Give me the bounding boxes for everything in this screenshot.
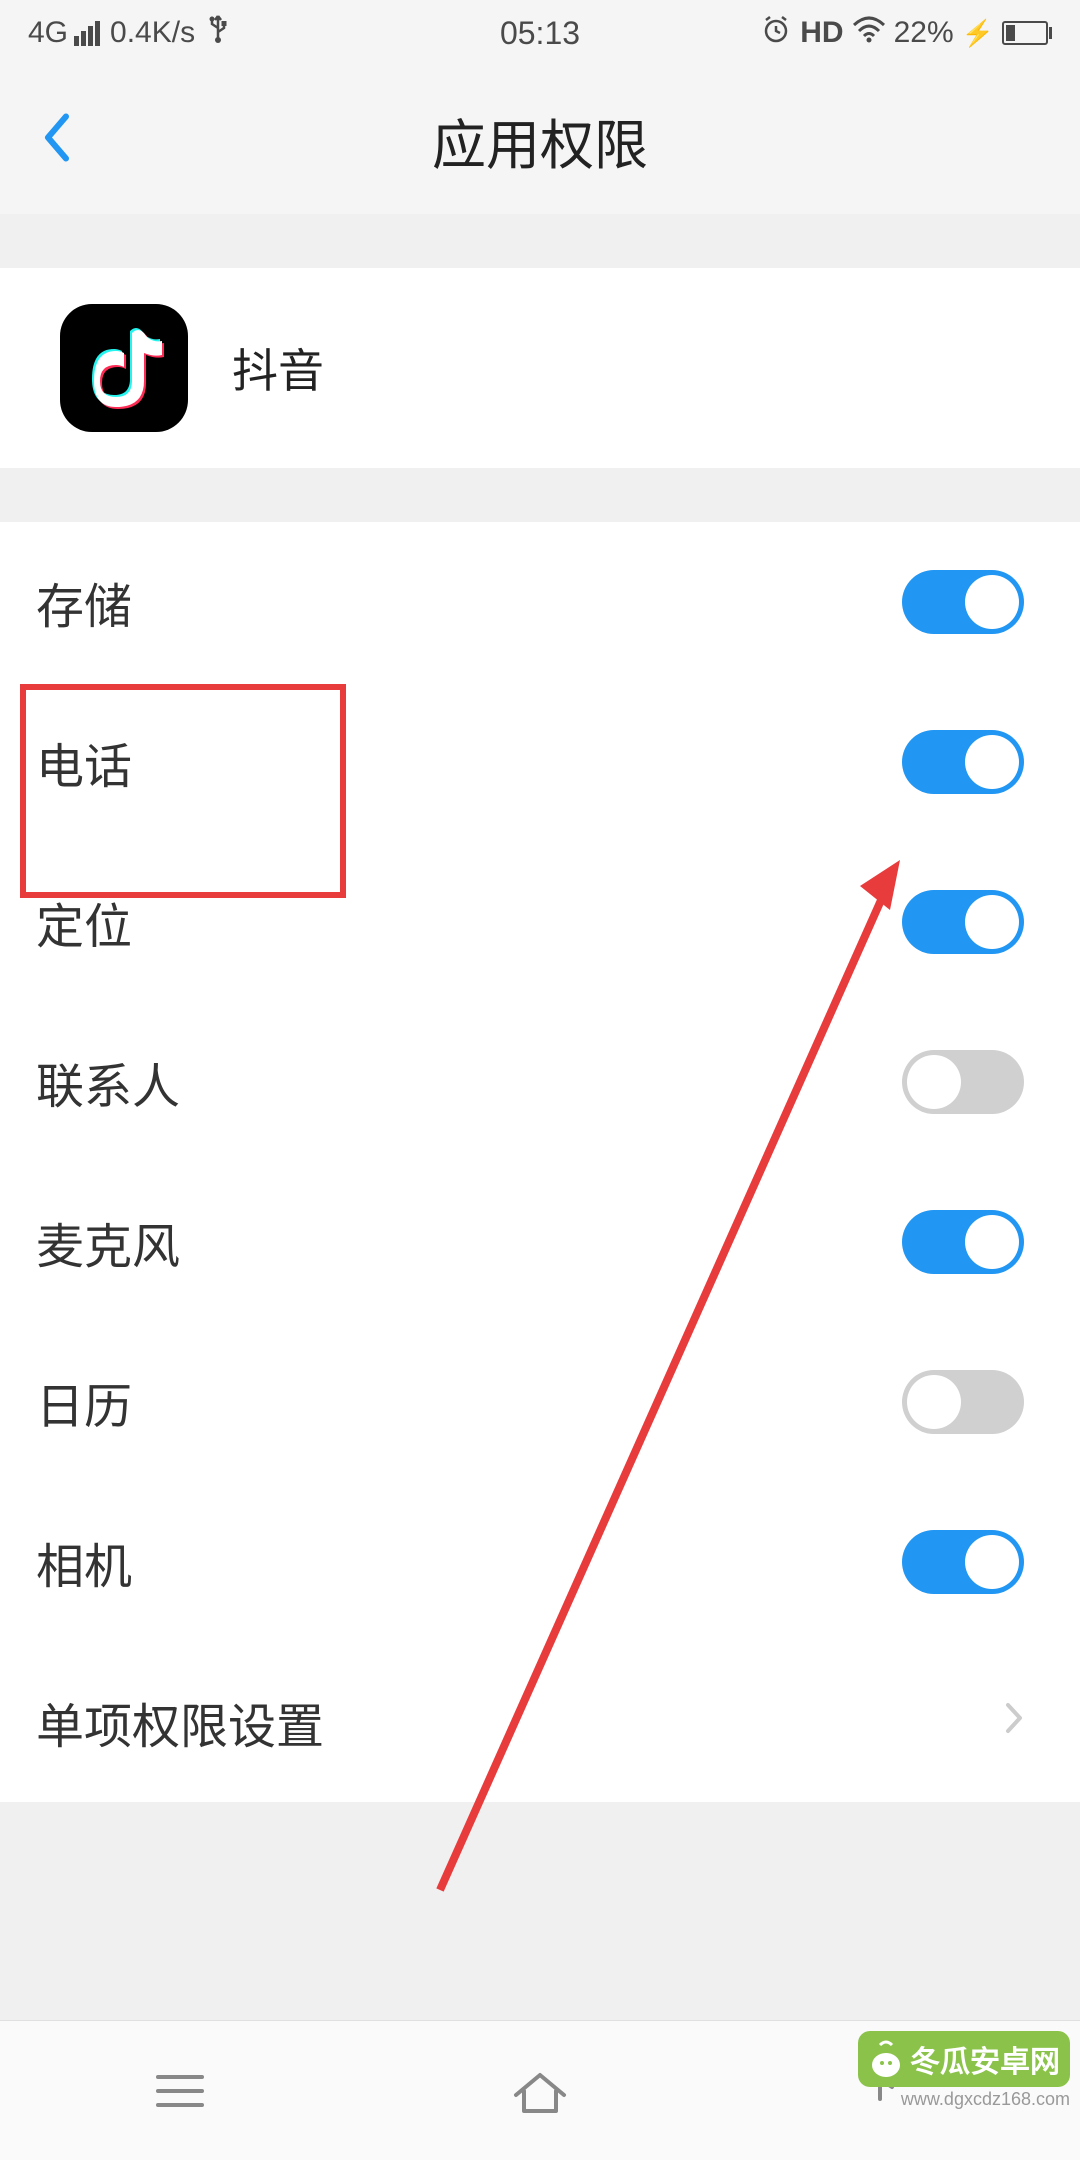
watermark: 冬瓜安卓网 www.dgxcdz168.com [858, 2031, 1070, 2110]
toggle-calendar[interactable] [902, 1370, 1024, 1434]
permission-label: 定位 [36, 887, 132, 957]
permission-storage: 存储 [0, 522, 1080, 682]
signal-icon [74, 21, 100, 46]
permission-location: 定位 [0, 842, 1080, 1002]
toggle-phone[interactable] [902, 730, 1024, 794]
status-time: 05:13 [500, 15, 580, 52]
permission-label: 日历 [36, 1367, 132, 1437]
permission-microphone: 麦克风 [0, 1162, 1080, 1322]
chevron-right-icon [1004, 1700, 1024, 1745]
page-title: 应用权限 [0, 101, 1080, 180]
wifi-icon [852, 15, 886, 51]
permission-contacts: 联系人 [0, 1002, 1080, 1162]
watermark-text: 冬瓜安卓网 [910, 2037, 1060, 2081]
link-label: 单项权限设置 [36, 1687, 324, 1757]
alarm-icon [760, 13, 792, 53]
nav-home[interactable] [440, 2067, 640, 2115]
individual-permission-settings[interactable]: 单项权限设置 [0, 1642, 1080, 1802]
permission-label: 存储 [36, 567, 132, 637]
hd-badge: HD [800, 16, 843, 50]
status-right: HD 22% ⚡ [760, 13, 1052, 53]
permission-calendar: 日历 [0, 1322, 1080, 1482]
battery-percent: 22% [894, 16, 954, 50]
permission-label: 联系人 [36, 1047, 180, 1117]
title-bar: 应用权限 [0, 66, 1080, 214]
battery-icon [1002, 21, 1052, 45]
app-icon [60, 304, 188, 432]
status-left: 4G 0.4K/s [28, 14, 229, 52]
app-header: 抖音 [0, 268, 1080, 468]
toggle-microphone[interactable] [902, 1210, 1024, 1274]
charging-icon: ⚡ [962, 18, 994, 49]
toggle-camera[interactable] [902, 1530, 1024, 1594]
network-type: 4G [28, 16, 68, 50]
permission-camera: 相机 [0, 1482, 1080, 1642]
permission-phone: 电话 [0, 682, 1080, 842]
usb-icon [207, 14, 229, 52]
permission-label: 相机 [36, 1527, 132, 1597]
app-name: 抖音 [232, 335, 324, 401]
toggle-storage[interactable] [902, 570, 1024, 634]
permission-label: 麦克风 [36, 1207, 180, 1277]
back-button[interactable] [40, 111, 72, 170]
network-speed: 0.4K/s [110, 16, 195, 50]
permission-label: 电话 [36, 727, 132, 797]
nav-recent[interactable] [80, 2069, 280, 2113]
toggle-location[interactable] [902, 890, 1024, 954]
permissions-list: 存储 电话 定位 联系人 麦克风 日历 相机 单项权限设置 [0, 522, 1080, 1802]
status-bar: 4G 0.4K/s 05:13 HD 22% ⚡ [0, 0, 1080, 66]
watermark-url: www.dgxcdz168.com [858, 2089, 1070, 2110]
toggle-contacts[interactable] [902, 1050, 1024, 1114]
